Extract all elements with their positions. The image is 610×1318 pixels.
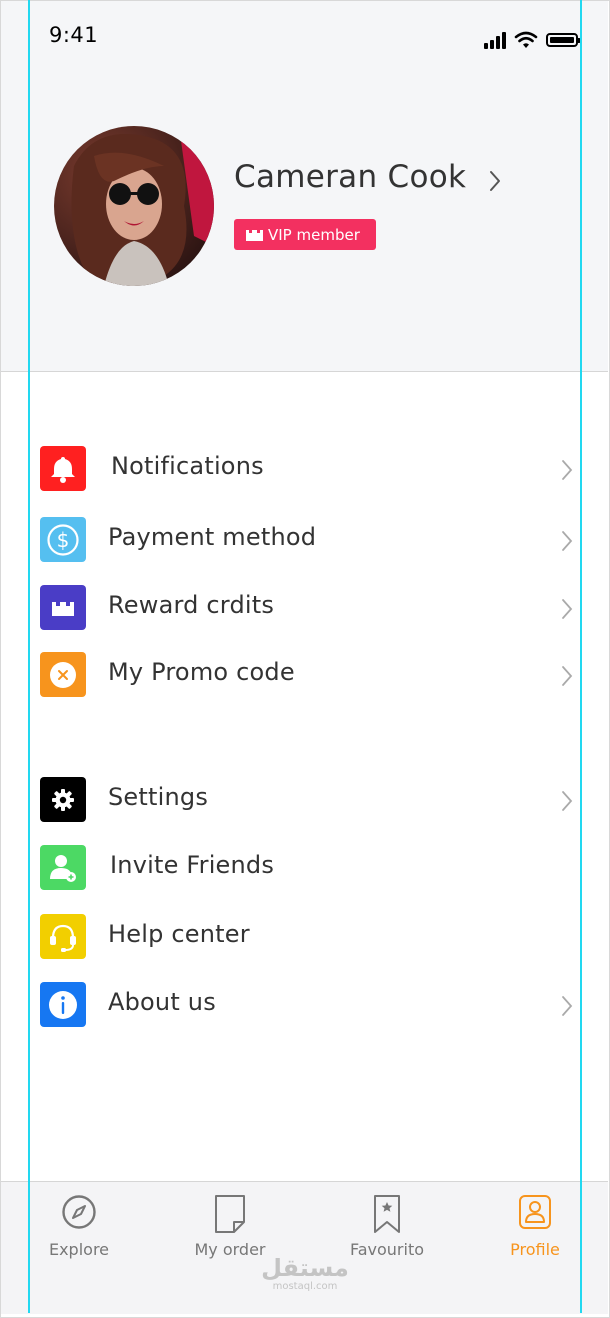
status-time: 9:41 (49, 23, 99, 47)
bell-icon (40, 446, 86, 491)
menu-item-about-us[interactable]: About us (38, 980, 583, 1030)
battery-icon (546, 33, 581, 47)
svg-text:$: $ (57, 528, 70, 552)
tab-label: Profile (510, 1240, 560, 1259)
menu-item-help-center[interactable]: Help center (38, 912, 583, 962)
add-user-icon (40, 845, 86, 890)
menu-item-notifications[interactable]: Notifications (38, 444, 583, 494)
chevron-right-icon (562, 460, 573, 480)
castle-icon (40, 585, 86, 630)
menu-label: Notifications (111, 452, 264, 480)
chevron-right-icon[interactable] (488, 169, 502, 193)
chevron-right-icon (562, 666, 573, 686)
gear-icon (40, 777, 86, 822)
watermark-main: مستقل (261, 1254, 349, 1282)
compass-icon (62, 1195, 96, 1229)
order-sheet-icon (215, 1195, 245, 1233)
tab-profile[interactable]: Profile (475, 1182, 595, 1282)
menu-item-reward-credits[interactable]: Reward crdits (38, 583, 583, 633)
watermark-logo: مستقل mostaql.com (255, 1255, 355, 1293)
menu-label: Settings (108, 783, 209, 811)
info-icon (40, 982, 86, 1027)
menu-item-invite-friends[interactable]: Invite Friends (38, 843, 583, 893)
tab-bar: Explore My order Favourito Profile (1, 1181, 608, 1314)
wifi-icon (514, 31, 538, 48)
tab-label: Explore (48, 1240, 110, 1259)
cellular-signal-icon (484, 31, 506, 49)
avatar[interactable] (54, 126, 214, 286)
menu-item-promo-code[interactable]: My Promo code (38, 650, 583, 700)
status-icons (484, 27, 581, 49)
headset-icon (40, 914, 86, 959)
profile-header: 9:41 Cameran Cook VIP member (1, 1, 608, 372)
watermark-sub: mostaql.com (272, 1281, 338, 1292)
menu-label: My Promo code (108, 658, 295, 686)
menu-label: About us (108, 988, 216, 1016)
layout-guide-right (580, 0, 582, 1313)
chevron-right-icon (562, 531, 573, 551)
chevron-right-icon (562, 996, 573, 1016)
crown-icon (246, 230, 263, 241)
dollar-icon: $ (40, 517, 86, 562)
menu-label: Reward crdits (108, 591, 275, 619)
close-circle-icon (40, 652, 86, 697)
vip-member-badge: VIP member (234, 219, 376, 250)
profile-icon (519, 1195, 551, 1229)
chevron-right-icon (562, 599, 573, 619)
menu-item-payment-method[interactable]: $ Payment method (38, 515, 583, 565)
menu-label: Payment method (108, 523, 317, 551)
user-name[interactable]: Cameran Cook (234, 159, 466, 195)
layout-guide-left (28, 0, 30, 1313)
chevron-right-icon (562, 791, 573, 811)
vip-badge-label: VIP member (268, 225, 360, 244)
tab-explore[interactable]: Explore (19, 1182, 139, 1282)
menu-label: Invite Friends (110, 851, 275, 879)
menu-label: Help center (108, 920, 250, 948)
menu-item-settings[interactable]: Settings (38, 775, 583, 825)
bookmark-star-icon (374, 1195, 400, 1233)
